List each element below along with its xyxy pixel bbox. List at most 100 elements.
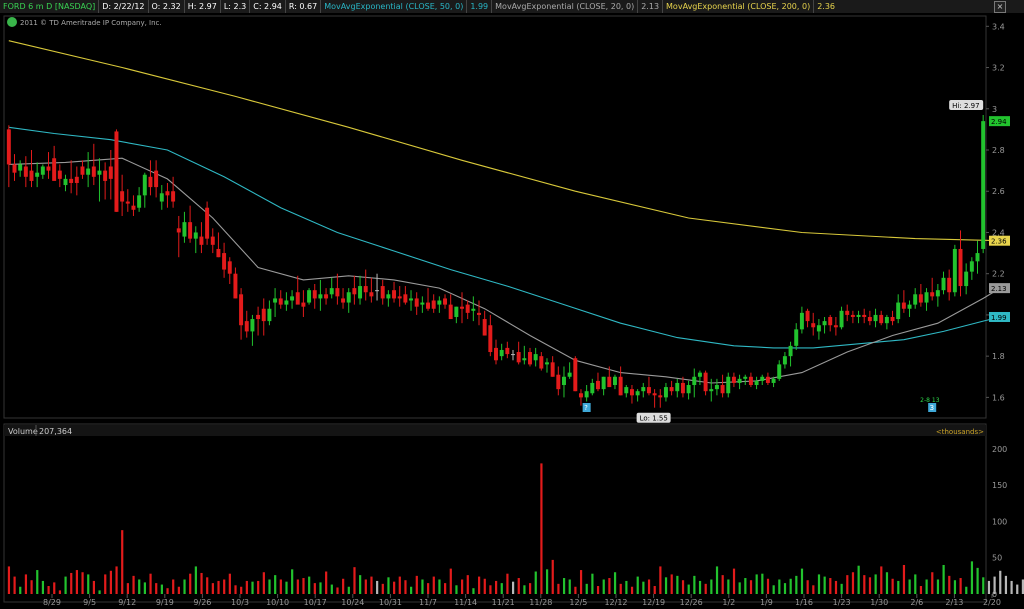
volume-bar [393,581,396,594]
volume-bar [880,566,883,594]
candle-body [397,296,402,299]
candle-body [799,312,804,330]
candle-body [57,170,62,179]
candle-body [913,294,918,305]
candle-body [284,300,289,305]
candle-body [822,321,827,326]
candle-body [607,376,612,388]
price-tick-label: 3 [992,105,997,114]
volume-bar [24,574,28,594]
candle-body [550,362,555,377]
volume-bar [376,580,379,594]
candle-body [18,164,23,171]
volume-bar [342,578,345,594]
candle-body [907,304,912,309]
volume-bar [240,586,243,594]
candle-body [845,310,850,315]
candle-body [261,308,266,322]
candle-body [601,376,606,390]
candle-body [91,166,96,177]
candle-body [669,387,674,392]
candle-body [879,314,884,324]
volume-bar [613,572,617,594]
volume-bar [959,578,962,594]
volume-bar [262,572,265,594]
price-tag-label: 1.99 [991,314,1007,322]
candle-body [567,372,572,377]
volume-bar [104,574,107,594]
volume-value: 207,364 [39,427,72,436]
volume-bar [330,584,333,594]
volume-bar [183,579,186,594]
volume-bar [846,575,849,594]
candle-body [930,292,935,297]
price-volume-chart[interactable]: 1.61.822.22.42.62.833.23.48/299/59/129/1… [0,0,1024,609]
volume-bar [925,579,928,594]
candle-body [341,298,346,303]
td-logo-icon [7,17,17,27]
volume-bar [483,578,486,594]
candle-body [97,170,102,175]
candle-body [171,191,176,202]
x-tick-label: 10/10 [266,598,289,607]
volume-bar [41,580,45,594]
candle-body [578,393,583,398]
volume-bar [478,576,481,594]
volume-bar [19,586,22,594]
candle-body [318,294,323,299]
candle-body [975,253,980,262]
candle-body [358,286,363,299]
candle-body [307,290,312,303]
volume-bar [948,575,951,594]
volume-bar [795,575,798,594]
candle-body [635,391,640,396]
volume-bar [772,585,775,594]
volume-bar [13,576,16,594]
volume-bar [602,579,605,594]
volume-bar [664,577,668,594]
volume-bar [251,581,254,594]
x-tick-label: 2/6 [910,598,923,607]
candle-body [941,277,946,291]
volume-bar [670,574,673,594]
candle-body [12,164,17,173]
candle-body [680,382,685,394]
candle-body [777,364,782,379]
candle-body [199,236,204,245]
x-tick-label: 10/3 [231,598,249,607]
candle-body [488,325,493,353]
x-tick-label: 10/24 [341,598,364,607]
volume-bar [914,574,917,594]
volume-bar [234,585,237,594]
volume-bar [789,578,792,594]
volume-bar [7,566,11,594]
candle-body [216,248,221,258]
candle-body [499,349,504,357]
candle-body [765,376,770,383]
volume-bar [444,583,447,594]
candle-body [697,372,702,377]
candle-body [862,314,867,317]
volume-bar [223,579,226,594]
volume-bar [517,578,520,594]
candle-body [924,292,929,303]
volume-bar [47,586,50,594]
volume-bar [115,566,118,594]
volume-bar [353,567,356,594]
volume-bar [415,575,418,594]
candle-body [369,292,374,297]
volume-bar [166,588,169,594]
volume-bar [506,573,509,594]
x-tick-label: 10/31 [379,598,402,607]
candle-body [675,382,680,392]
volume-bar [308,576,311,594]
x-tick-label: 9/26 [193,598,211,607]
volume-bar [755,574,758,594]
volume-bar [574,586,577,594]
candle-body [125,201,130,204]
volume-bar [721,575,724,594]
x-tick-label: 9/12 [118,598,136,607]
candle-body [335,288,340,297]
volume-bar [761,573,764,594]
candle-body [539,356,544,369]
